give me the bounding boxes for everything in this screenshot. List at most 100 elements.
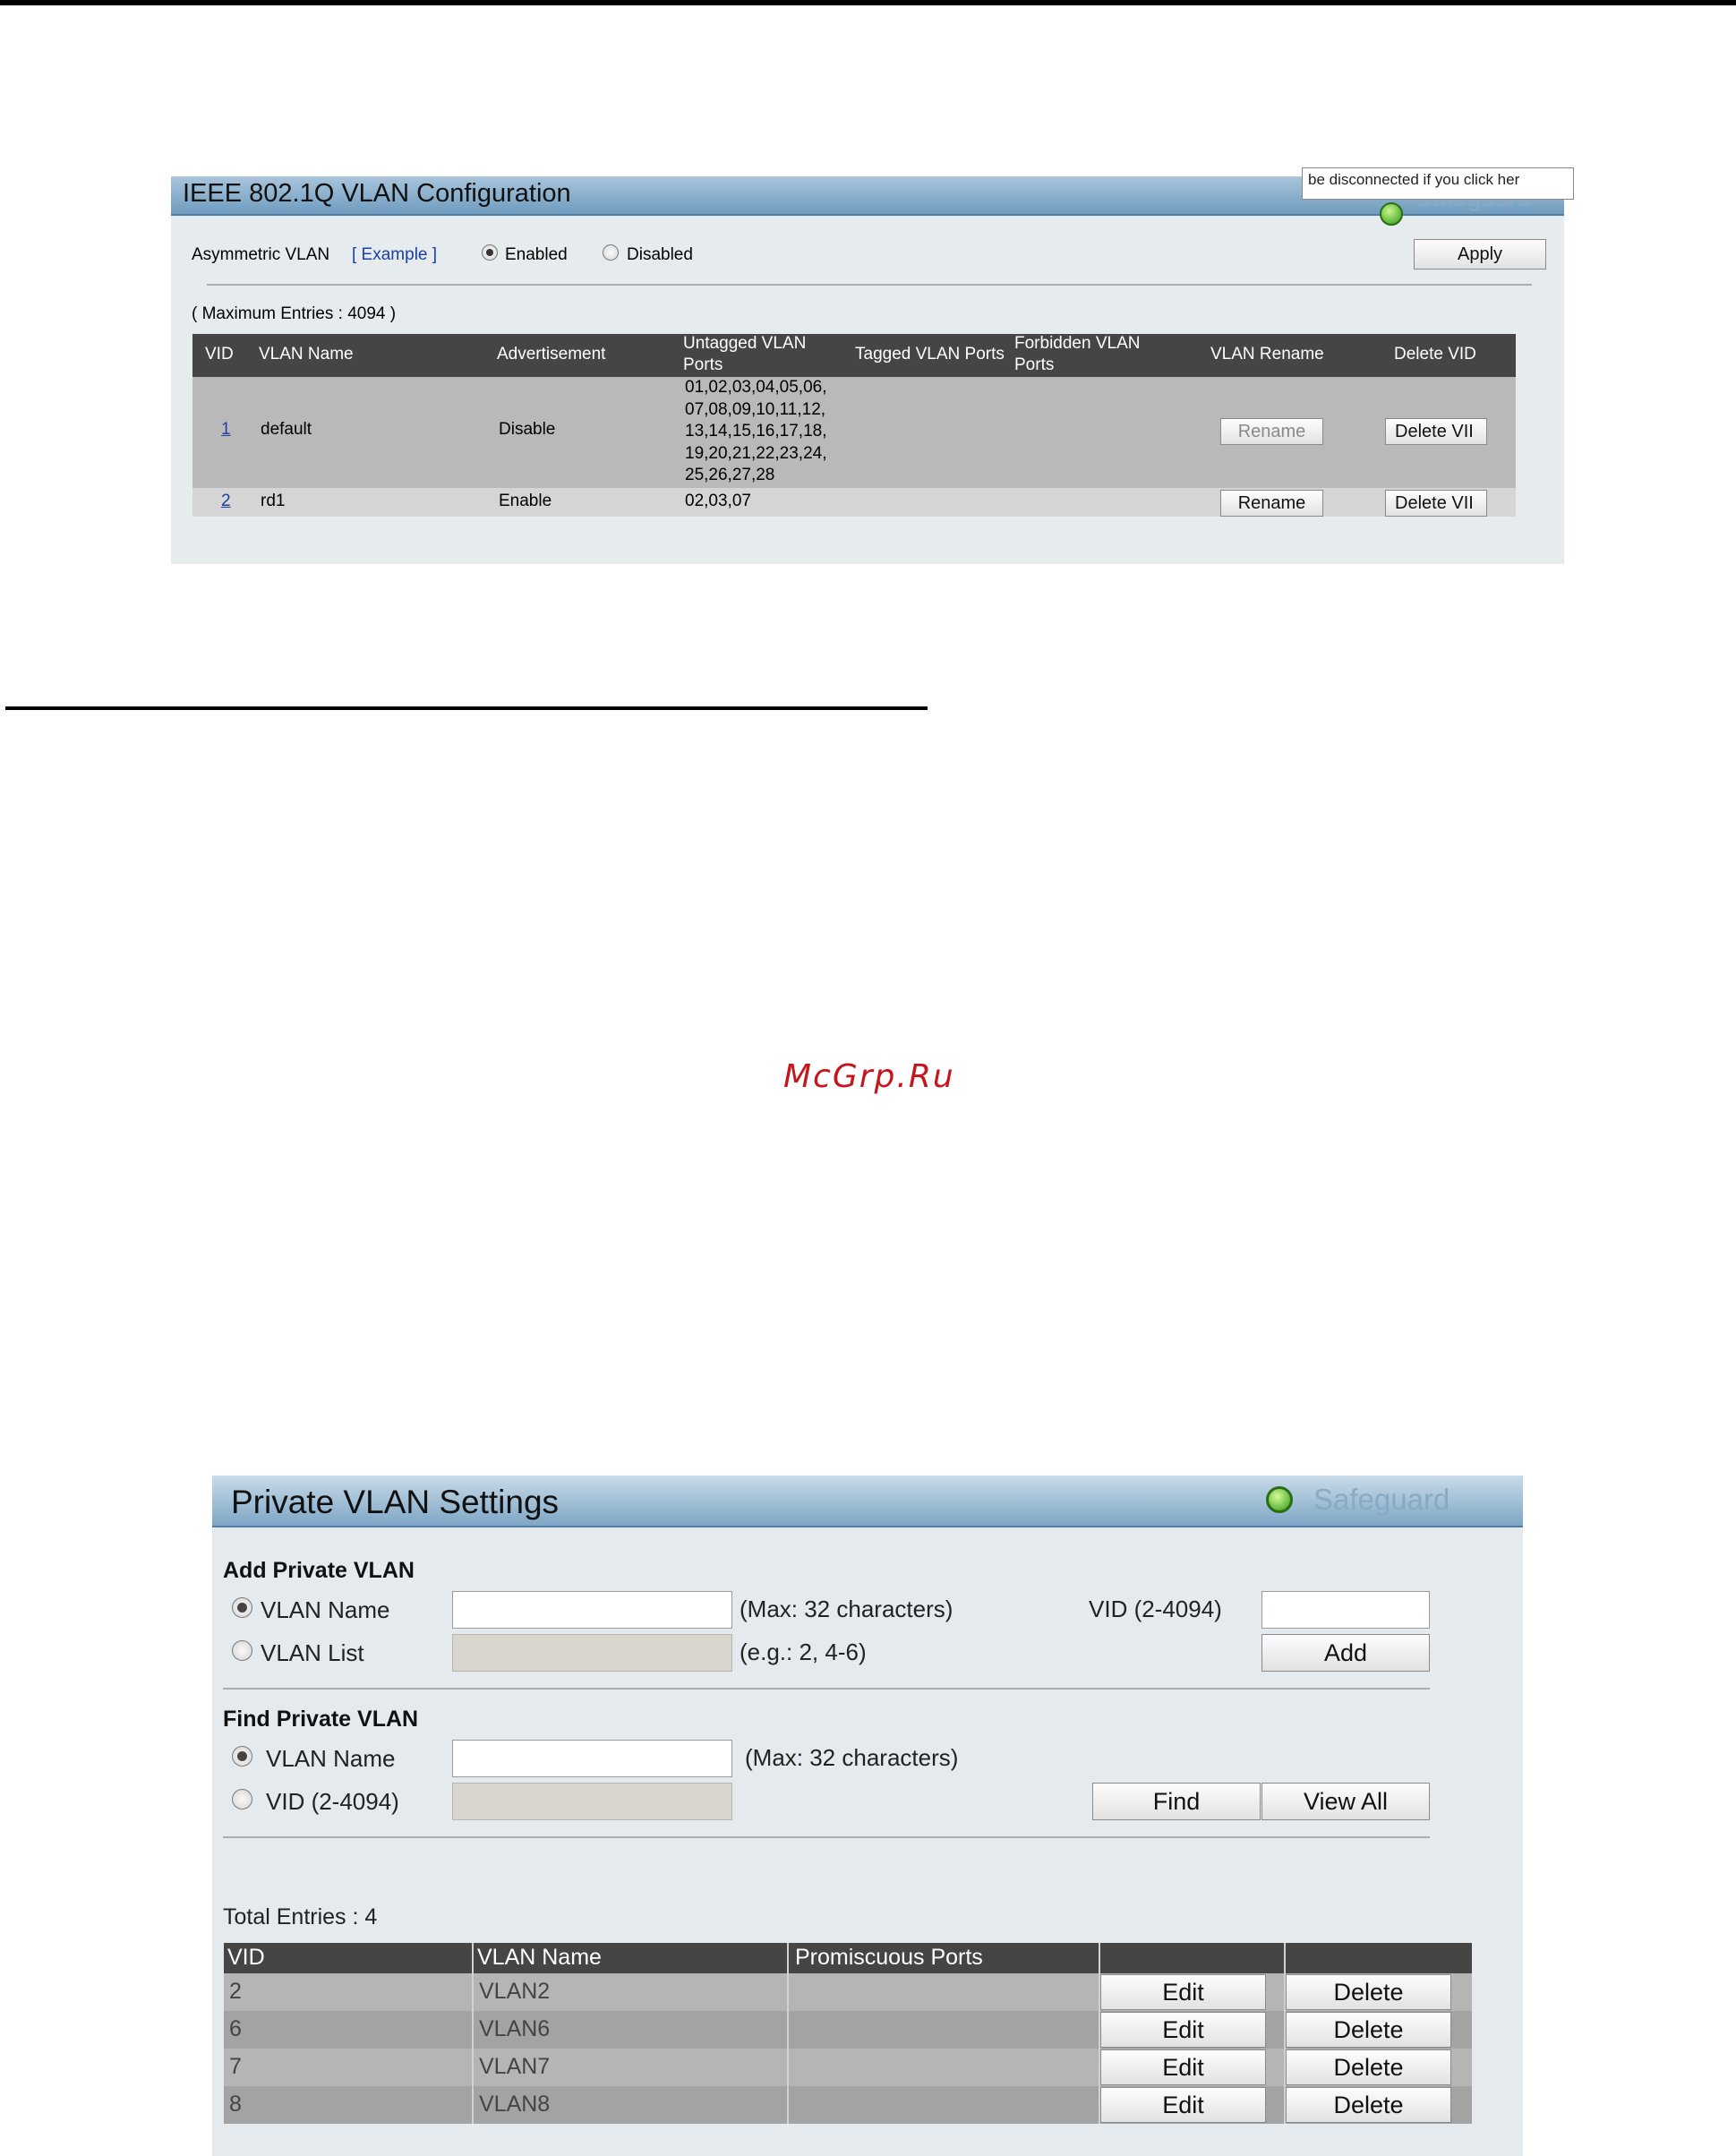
add-vlan-name-input[interactable] (452, 1591, 732, 1629)
asymmetric-disabled-radio[interactable] (603, 244, 619, 261)
enabled-label: Enabled (505, 245, 568, 264)
add-vid-input[interactable] (1261, 1591, 1430, 1629)
find-button[interactable]: Find (1092, 1783, 1261, 1820)
find-private-vlan-heading: Find Private VLAN (223, 1707, 419, 1732)
column-header-delete: Delete VID (1394, 345, 1476, 364)
column-header-rename: VLAN Rename (1210, 345, 1324, 364)
edit-button[interactable]: Edit (1100, 2087, 1266, 2123)
column-divider (787, 1973, 789, 2011)
add-vid-label: VID (2-4094) (1089, 1596, 1222, 1622)
safeguard-status-icon (1266, 1486, 1293, 1513)
total-entries-text: Total Entries : 4 (223, 1904, 378, 1929)
find-vid-label: VID (2-4094) (266, 1788, 399, 1815)
watermark: McGrp.Ru (783, 1058, 955, 1095)
example-link[interactable]: [ Example ] (352, 245, 437, 265)
view-all-button[interactable]: View All (1261, 1783, 1430, 1820)
apply-button[interactable]: Apply (1414, 239, 1546, 270)
table-header: VID VLAN Name Advertisement Untagged VLA… (192, 334, 1516, 377)
add-vlan-list-hint: (e.g.: 2, 4-6) (740, 1638, 867, 1665)
ports-line: 25,26,27,28 (685, 466, 775, 484)
find-vlan-name-input[interactable] (452, 1740, 732, 1777)
edit-button[interactable]: Edit (1100, 2012, 1266, 2048)
vlan-name-cell: rd1 (261, 492, 286, 510)
disabled-label: Disabled (627, 245, 693, 264)
table-row: 8 VLAN8 Edit Delete (224, 2086, 1472, 2124)
rename-button[interactable]: Rename (1220, 418, 1323, 445)
vid-link[interactable]: 1 (221, 420, 231, 440)
add-vlan-list-radio[interactable] (232, 1640, 252, 1661)
untagged-ports-cell: 02,03,07 (685, 492, 751, 510)
table-row: 1 default Disable 01,02,03,04,05,06, 07,… (192, 377, 1516, 488)
column-divider (787, 2011, 789, 2049)
add-vlan-name-radio[interactable] (232, 1597, 252, 1618)
asymmetric-enabled-radio[interactable] (482, 244, 498, 261)
vid-cell: 8 (229, 2092, 242, 2117)
add-vlan-name-label: VLAN Name (261, 1596, 390, 1623)
delete-button[interactable]: Delete (1286, 2049, 1451, 2085)
find-vlan-name-label: VLAN Name (266, 1745, 396, 1772)
column-header-promiscuous: Promiscuous Ports (795, 1945, 983, 1970)
column-header-forbidden: Forbidden VLAN (1014, 334, 1141, 353)
ports-line: 13,14,15,16,17,18, (685, 422, 827, 441)
divider (223, 1836, 1430, 1838)
delete-vid-button[interactable]: Delete VII (1385, 418, 1487, 445)
max-entries-text: ( Maximum Entries : 4094 ) (192, 304, 397, 323)
find-vid-input[interactable] (452, 1783, 732, 1820)
vid-cell: 6 (229, 2016, 242, 2041)
ports-line: 01,02,03,04,05,06, (685, 378, 827, 397)
add-private-vlan-heading: Add Private VLAN (223, 1558, 415, 1583)
vlan-name-cell: VLAN8 (479, 2092, 551, 2117)
safeguard-status-icon (1380, 202, 1403, 226)
private-vlan-panel: Private VLAN Settings Safeguard Add Priv… (212, 1476, 1523, 2156)
vlan-name-cell: VLAN7 (479, 2054, 551, 2079)
divider (207, 284, 1532, 286)
column-divider (787, 2049, 789, 2086)
add-vlan-list-input[interactable] (452, 1634, 732, 1672)
find-vid-radio[interactable] (232, 1789, 252, 1810)
advertisement-cell: Disable (499, 420, 556, 439)
column-header-vid: VID (205, 345, 234, 364)
find-vlan-name-radio[interactable] (232, 1746, 252, 1767)
column-divider (472, 1973, 474, 2011)
vid-cell: 7 (229, 2054, 242, 2079)
page-title: Private VLAN Settings (231, 1484, 560, 1520)
column-header-forbidden-2: Ports (1014, 355, 1055, 374)
ports-line: 19,20,21,22,23,24, (685, 443, 827, 463)
column-divider (1284, 1943, 1286, 1973)
vlan-name-cell: default (261, 420, 312, 439)
delete-button[interactable]: Delete (1286, 1974, 1451, 2010)
ports-line: 07,08,09,10,11,12, (685, 399, 826, 419)
table-row: 6 VLAN6 Edit Delete (224, 2011, 1472, 2049)
column-header-vlan-name: VLAN Name (477, 1945, 602, 1970)
table-header: VID VLAN Name Promiscuous Ports (224, 1943, 1472, 1973)
column-divider (472, 2049, 474, 2086)
table-row: 2 VLAN2 Edit Delete (224, 1973, 1472, 2011)
tooltip: be disconnected if you click her (1302, 167, 1574, 200)
untagged-ports-cell: 01,02,03,04,05,06, 07,08,09,10,11,12, 13… (685, 377, 826, 487)
edit-button[interactable]: Edit (1100, 2049, 1266, 2085)
rename-button[interactable]: Rename (1220, 490, 1323, 517)
edit-button[interactable]: Edit (1100, 1974, 1266, 2010)
vid-link[interactable]: 2 (221, 492, 231, 511)
vid-cell: 2 (229, 1979, 242, 2004)
ieee-vlan-panel: IEEE 802.1Q VLAN Configuration Safeguard… (171, 167, 1574, 564)
column-divider (472, 1943, 474, 1973)
column-header-tagged: Tagged VLAN Ports (855, 345, 1005, 364)
column-divider (787, 1943, 789, 1973)
column-header-vid: VID (227, 1945, 265, 1970)
page-title: IEEE 802.1Q VLAN Configuration (183, 179, 571, 208)
delete-vid-button[interactable]: Delete VII (1385, 490, 1487, 517)
delete-button[interactable]: Delete (1286, 2012, 1451, 2048)
divider (223, 1688, 1430, 1690)
safeguard-label: Safeguard (1313, 1483, 1450, 1516)
delete-button[interactable]: Delete (1286, 2087, 1451, 2123)
ieee-panel-header: IEEE 802.1Q VLAN Configuration Safeguard… (171, 167, 1574, 226)
table-row: 2 rd1 Enable 02,03,07 Rename Delete VII (192, 488, 1516, 517)
column-header-untagged: Untagged VLAN (683, 334, 807, 353)
add-button[interactable]: Add (1261, 1634, 1430, 1672)
private-panel-header: Private VLAN Settings Safeguard (212, 1476, 1523, 1527)
column-divider (472, 2086, 474, 2124)
vlan-name-cell: VLAN2 (479, 1979, 551, 2004)
table-row: 7 VLAN7 Edit Delete (224, 2049, 1472, 2086)
add-vlan-name-hint: (Max: 32 characters) (740, 1596, 954, 1622)
